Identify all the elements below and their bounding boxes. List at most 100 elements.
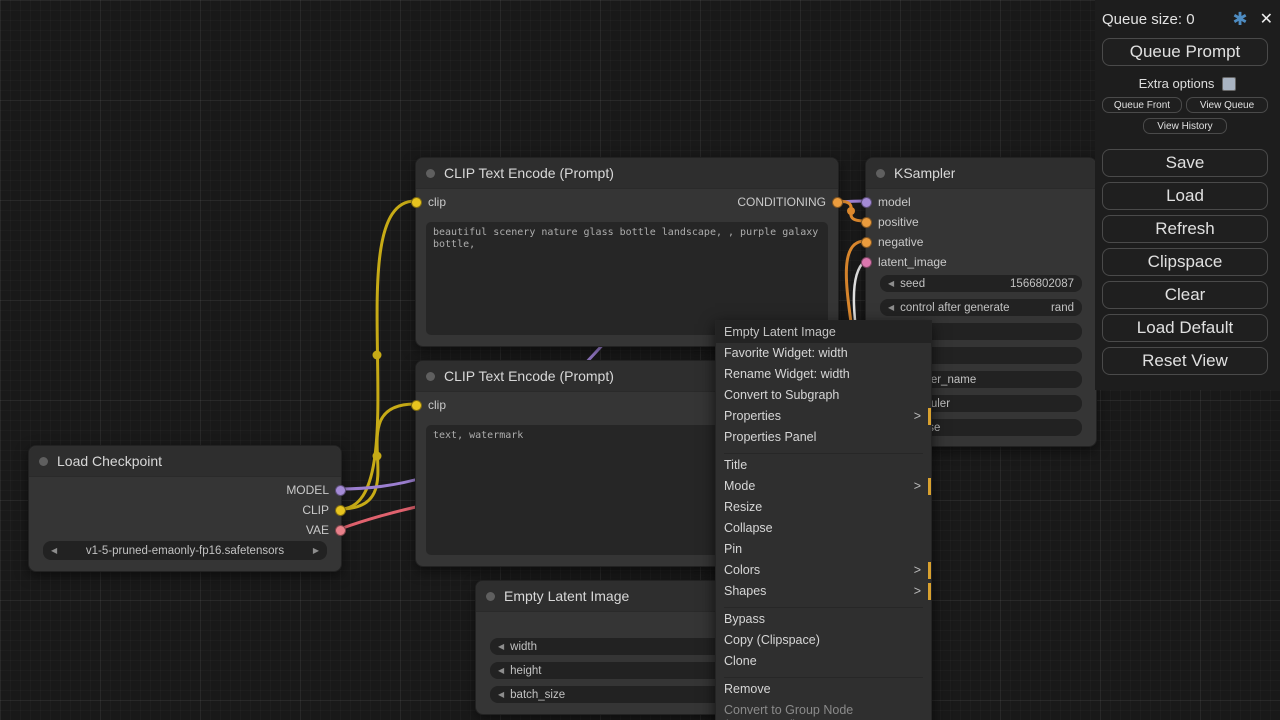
comfy-menu-panel: Queue size: 0 ✱ ✕ Queue Prompt Extra opt…: [1095, 0, 1280, 390]
save-button[interactable]: Save: [1102, 149, 1268, 177]
reset-view-button[interactable]: Reset View: [1102, 347, 1268, 375]
comfyui-canvas[interactable]: Load Checkpoint MODEL CLIP VAE ◀ v1-5-pr…: [0, 0, 1280, 720]
slot-dot-model[interactable]: [335, 485, 346, 496]
menu-item-rename-widget[interactable]: Rename Widget: width: [716, 364, 931, 385]
output-slot-vae[interactable]: VAE: [306, 521, 346, 539]
slot-dot-model[interactable]: [861, 197, 872, 208]
slot-dot-conditioning[interactable]: [861, 217, 872, 228]
menu-item-convert-to-subgraph[interactable]: Convert to Subgraph: [716, 385, 931, 406]
input-slot-latent-image[interactable]: latent_image: [861, 253, 947, 271]
right-arrow-icon[interactable]: ▶: [313, 546, 319, 555]
menu-item-favorite-widget[interactable]: Favorite Widget: width: [716, 343, 931, 364]
menu-item-colors[interactable]: Colors >: [716, 560, 931, 581]
collapse-dot-icon[interactable]: [486, 592, 495, 601]
slot-label: CONDITIONING: [737, 195, 826, 209]
settings-gear-icon[interactable]: ✱: [1233, 10, 1248, 28]
menu-item-label: Mode: [724, 479, 755, 493]
input-slot-negative[interactable]: negative: [861, 233, 923, 251]
left-arrow-icon[interactable]: ◀: [888, 279, 894, 288]
menu-item-remove[interactable]: Remove: [716, 679, 931, 700]
menu-item-resize[interactable]: Resize: [716, 497, 931, 518]
slot-dot-clip[interactable]: [335, 505, 346, 516]
output-slot-model[interactable]: MODEL: [286, 481, 346, 499]
menu-item-clone[interactable]: Clone: [716, 651, 931, 672]
seed-label: seed: [900, 278, 925, 290]
submenu-marker: [928, 562, 931, 579]
collapse-dot-icon[interactable]: [426, 372, 435, 381]
load-button[interactable]: Load: [1102, 182, 1268, 210]
menu-item-collapse[interactable]: Collapse: [716, 518, 931, 539]
collapse-dot-icon[interactable]: [426, 169, 435, 178]
node-title: KSampler: [894, 165, 955, 181]
node-header[interactable]: Load Checkpoint: [29, 446, 341, 477]
slot-dot-conditioning[interactable]: [861, 237, 872, 248]
node-header[interactable]: KSampler: [866, 158, 1096, 189]
left-arrow-icon[interactable]: ◀: [888, 303, 894, 312]
output-slot-clip[interactable]: CLIP: [302, 501, 346, 519]
node-clip-text-encode-positive[interactable]: CLIP Text Encode (Prompt) clip CONDITION…: [415, 157, 839, 347]
menu-item-copy-clipspace[interactable]: Copy (Clipspace): [716, 630, 931, 651]
slot-dot-clip[interactable]: [411, 197, 422, 208]
control-after-generate-widget[interactable]: ◀ control after generate rand: [880, 299, 1082, 316]
menu-item-properties[interactable]: Properties >: [716, 406, 931, 427]
menu-item-convert-to-group-node[interactable]: Convert to Group Node (Deprecated): [716, 700, 931, 720]
slot-dot-conditioning[interactable]: [832, 197, 843, 208]
slot-label: clip: [428, 195, 446, 209]
slot-label: clip: [428, 398, 446, 412]
menu-separator: [724, 449, 923, 454]
left-arrow-icon[interactable]: ◀: [498, 690, 504, 699]
left-arrow-icon[interactable]: ◀: [498, 642, 504, 651]
menu-item-bypass[interactable]: Bypass: [716, 609, 931, 630]
extra-options-row: Extra options: [1102, 76, 1273, 91]
menu-item-shapes[interactable]: Shapes >: [716, 581, 931, 602]
link-midpoint-dot: [373, 351, 382, 360]
queue-prompt-button[interactable]: Queue Prompt: [1102, 38, 1268, 66]
control-value: rand: [1051, 302, 1074, 314]
node-header[interactable]: CLIP Text Encode (Prompt): [416, 158, 838, 189]
submenu-marker: [928, 478, 931, 495]
refresh-button[interactable]: Refresh: [1102, 215, 1268, 243]
menu-item-mode[interactable]: Mode >: [716, 476, 931, 497]
close-icon[interactable]: ✕: [1260, 9, 1273, 29]
submenu-arrow-icon: >: [914, 409, 921, 424]
collapse-dot-icon[interactable]: [876, 169, 885, 178]
input-slot-positive[interactable]: positive: [861, 213, 919, 231]
extra-options-label: Extra options: [1139, 76, 1215, 91]
queue-front-button[interactable]: Queue Front: [1102, 97, 1182, 113]
clear-button[interactable]: Clear: [1102, 281, 1268, 309]
load-default-button[interactable]: Load Default: [1102, 314, 1268, 342]
link-midpoint-dot: [373, 452, 382, 461]
submenu-arrow-icon: >: [914, 563, 921, 578]
slot-label: MODEL: [286, 483, 329, 497]
view-history-button[interactable]: View History: [1143, 118, 1227, 134]
slot-label: negative: [878, 235, 923, 249]
ckpt-name-widget[interactable]: ◀ v1-5-pruned-emaonly-fp16.safetensors ▶: [43, 541, 327, 560]
clipspace-button[interactable]: Clipspace: [1102, 248, 1268, 276]
menu-item-properties-panel[interactable]: Properties Panel: [716, 427, 931, 448]
view-queue-button[interactable]: View Queue: [1186, 97, 1268, 113]
menu-item-label: Shapes: [724, 584, 766, 598]
output-slot-conditioning[interactable]: CONDITIONING: [737, 193, 843, 211]
node-load-checkpoint[interactable]: Load Checkpoint MODEL CLIP VAE ◀ v1-5-pr…: [28, 445, 342, 572]
collapse-dot-icon[interactable]: [39, 457, 48, 466]
input-slot-clip[interactable]: clip: [411, 396, 446, 414]
prompt-textarea[interactable]: beautiful scenery nature glass bottle la…: [426, 222, 828, 335]
seed-value: 1566802087: [1010, 278, 1074, 290]
menu-item-pin[interactable]: Pin: [716, 539, 931, 560]
ckpt-name-value: v1-5-pruned-emaonly-fp16.safetensors: [63, 545, 307, 557]
submenu-arrow-icon: >: [914, 584, 921, 599]
slot-dot-vae[interactable]: [335, 525, 346, 536]
slot-dot-latent[interactable]: [861, 257, 872, 268]
left-arrow-icon[interactable]: ◀: [498, 666, 504, 675]
queue-size-label: Queue size: 0: [1102, 11, 1195, 28]
extra-options-checkbox[interactable]: [1222, 77, 1236, 91]
input-slot-model[interactable]: model: [861, 193, 911, 211]
slot-label: latent_image: [878, 255, 947, 269]
menu-separator: [724, 603, 923, 608]
slot-dot-clip[interactable]: [411, 400, 422, 411]
input-slot-clip[interactable]: clip: [411, 193, 446, 211]
left-arrow-icon[interactable]: ◀: [51, 546, 57, 555]
menu-item-title[interactable]: Title: [716, 455, 931, 476]
slot-label: model: [878, 195, 911, 209]
seed-widget[interactable]: ◀ seed 1566802087: [880, 275, 1082, 292]
